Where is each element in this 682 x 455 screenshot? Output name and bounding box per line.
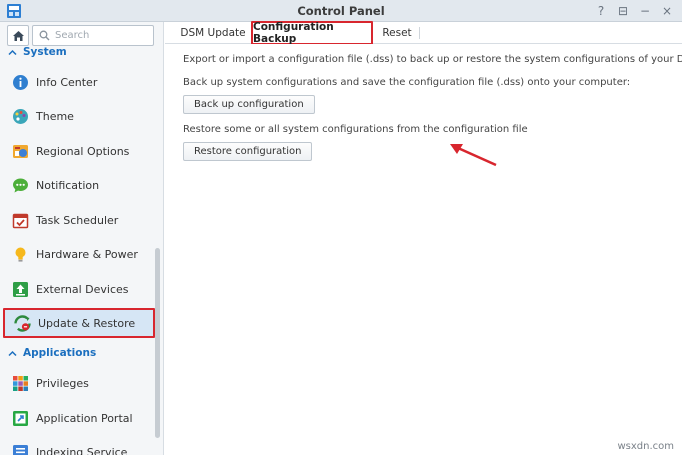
index-icon bbox=[12, 444, 29, 455]
sidebar-item-update-restore[interactable]: Update & Restore bbox=[3, 308, 155, 338]
search-input[interactable] bbox=[55, 28, 151, 43]
section-system[interactable]: System bbox=[8, 44, 67, 60]
sidebar-item-label: Indexing Service bbox=[36, 445, 128, 455]
upload-icon bbox=[12, 281, 29, 298]
calendar-icon bbox=[12, 212, 29, 229]
sidebar-item-label: Update & Restore bbox=[38, 316, 136, 330]
sidebar-item-notification[interactable]: Notification bbox=[3, 170, 155, 200]
info-icon bbox=[12, 74, 29, 91]
window-controls: ? ⊟ − × bbox=[592, 2, 676, 20]
close-icon[interactable]: × bbox=[658, 2, 676, 20]
tab-reset[interactable]: Reset bbox=[375, 22, 419, 44]
grid-icon bbox=[12, 375, 29, 392]
section-applications[interactable]: Applications bbox=[8, 345, 96, 361]
sidebar-item-indexing-service[interactable]: Indexing Service bbox=[3, 437, 155, 455]
backup-description: Back up system configurations and save t… bbox=[183, 77, 631, 88]
section-label: System bbox=[23, 46, 67, 58]
tab-dsm-update[interactable]: DSM Update bbox=[175, 22, 251, 44]
sidebar-item-label: Theme bbox=[36, 109, 74, 123]
chat-icon bbox=[12, 177, 29, 194]
sidebar-item-label: External Devices bbox=[36, 282, 129, 296]
tab-configuration-backup[interactable]: Configuration Backup bbox=[251, 21, 373, 45]
tab-label: Configuration Backup bbox=[253, 21, 334, 45]
palette-icon bbox=[12, 108, 29, 125]
sidebar-item-theme[interactable]: Theme bbox=[3, 101, 155, 131]
sidebar-item-label: Task Scheduler bbox=[36, 213, 119, 227]
sidebar-item-label: Notification bbox=[36, 178, 100, 192]
sidebar: System Info Center Theme Regional Option… bbox=[0, 22, 164, 455]
home-button[interactable] bbox=[7, 25, 29, 46]
chevron-up-icon bbox=[8, 49, 17, 55]
configuration-backup-panel: Export or import a configuration file (.… bbox=[165, 44, 682, 455]
bulb-icon bbox=[12, 246, 29, 263]
back-up-configuration-button[interactable]: Back up configuration bbox=[183, 95, 315, 114]
sidebar-scrollbar[interactable] bbox=[155, 248, 160, 438]
search-icon bbox=[39, 30, 50, 41]
sidebar-item-external-devices[interactable]: External Devices bbox=[3, 274, 155, 304]
portal-icon bbox=[12, 410, 29, 427]
sidebar-item-label: Info Center bbox=[36, 75, 98, 89]
sidebar-item-info-center[interactable]: Info Center bbox=[3, 67, 155, 97]
section-label: Applications bbox=[23, 347, 97, 359]
globe-icon bbox=[12, 143, 29, 160]
watermark: wsxdn.com bbox=[617, 441, 674, 452]
window-title: Control Panel bbox=[297, 4, 385, 18]
tab-label: Reset bbox=[382, 27, 412, 39]
pin-icon[interactable]: ⊟ bbox=[614, 2, 632, 20]
sidebar-item-application-portal[interactable]: Application Portal bbox=[3, 403, 155, 433]
title-bar: Control Panel ? ⊟ − × bbox=[0, 0, 682, 22]
minimize-icon[interactable]: − bbox=[636, 2, 654, 20]
sidebar-item-hardware-power[interactable]: Hardware & Power bbox=[3, 239, 155, 269]
sidebar-item-privileges[interactable]: Privileges bbox=[3, 368, 155, 398]
sidebar-item-label: Privileges bbox=[36, 376, 89, 390]
help-icon[interactable]: ? bbox=[592, 2, 610, 20]
tab-bar: DSM Update Configuration Backup Reset bbox=[165, 21, 682, 45]
intro-text: Export or import a configuration file (.… bbox=[183, 54, 682, 65]
sidebar-item-label: Regional Options bbox=[36, 144, 130, 158]
sidebar-item-regional-options[interactable]: Regional Options bbox=[3, 136, 155, 166]
home-icon bbox=[12, 30, 24, 41]
restore-description: Restore some or all system configuration… bbox=[183, 124, 528, 135]
search-box[interactable] bbox=[32, 25, 154, 46]
tab-label: DSM Update bbox=[180, 27, 246, 39]
sidebar-item-label: Hardware & Power bbox=[36, 247, 138, 261]
tab-divider bbox=[419, 27, 420, 39]
chevron-up-icon bbox=[8, 350, 17, 356]
restore-icon bbox=[14, 314, 31, 332]
restore-configuration-button[interactable]: Restore configuration bbox=[183, 142, 313, 161]
annotation-arrow-icon bbox=[450, 144, 497, 167]
sidebar-item-task-scheduler[interactable]: Task Scheduler bbox=[3, 205, 155, 235]
sidebar-item-label: Application Portal bbox=[36, 411, 133, 425]
